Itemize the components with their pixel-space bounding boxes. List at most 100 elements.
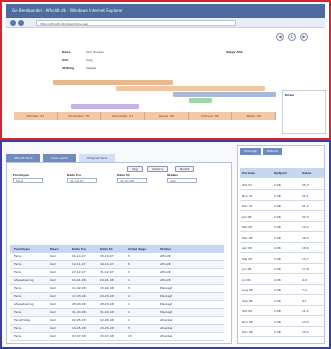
right-table-cell: Jan 08 [242,214,252,219]
table-cell: 04-01-08 [72,278,86,282]
table-cell: 5 [128,262,130,266]
table-row[interactable]: Ferie Karl 31-03-08 31-03-08 1 Planlagt [10,309,224,317]
right-table-cell: Maj 08 [242,256,253,261]
gantt-row [48,98,276,103]
table-cell: 15-02-08 [100,286,114,290]
table-cell: 27-12-07 [72,270,86,274]
right-table-cell: 25,0 [302,183,309,187]
table-row[interactable]: Ferie Karl 19-05-08 23-05-08 5 Afventer [10,325,224,333]
right-table-cell: Mar 08 [242,235,253,240]
table-cell: 25-07-08 [100,334,114,338]
month-cell: Marts '08 [232,112,276,120]
table-cell: Planlagt [160,302,173,306]
month-header: Oktober '07 November '07 December '07 Janua… [14,112,276,120]
table-row[interactable]: Ferie Karl 17-03-08 20-03-08 4 Planlagt [10,293,224,301]
table-cell: Karl [50,278,56,282]
right-table-row: Dec 08 2,08 15,4 [240,327,324,337]
to-label: Dato til [117,173,130,177]
right-table-cell: 2,08 [274,277,281,282]
right-table-cell: 2,08 [274,225,281,229]
table-cell: Ferie [14,294,22,298]
gantt-bar[interactable] [52,80,174,85]
gantt-bar[interactable] [70,104,140,109]
right-table-cell: 15,7 [302,256,309,261]
tab-2[interactable]: Afregnet ferie [78,154,116,162]
column-header[interactable]: Dato fra [72,245,86,253]
table-row[interactable]: Ferie Karl 27-12-07 31-12-07 3 Afholdt [10,269,224,277]
forward-circle-icon[interactable]: ▶ [300,33,308,41]
right-table-cell: Jun 08 [242,267,252,271]
table-cell: 07-07-08 [72,334,86,338]
right-table-row: Jul 08 2,08 4,9 [240,275,324,285]
column-header[interactable]: Status [160,245,171,253]
table-cell: 16-11-07 [100,262,114,266]
right-table-cell: Okt 08 [242,309,253,313]
column-header[interactable]: Antal dage [128,245,146,253]
right-table-row: Dec 07 2,08 21,2 [240,201,324,211]
right-tab-1[interactable]: Historik [262,148,283,155]
gantt-bar[interactable] [173,92,276,97]
right-table-cell: 13,3 [302,319,309,324]
right-column-header: Saldo [302,171,312,175]
gantt-row [48,86,276,91]
table-row[interactable]: Feriefridag Karl 02-05-08 02-05-08 1 Afventer [10,317,224,325]
month-cell: Februar '08 [189,112,233,120]
right-table-cell: 2,08 [274,330,281,334]
gantt-bar[interactable] [189,98,213,103]
info-label: Stilling [62,66,74,70]
table-cell: Afspadsering [14,302,34,306]
table-cell: Afventer [160,326,173,330]
month-cell: Oktober '07 [14,112,58,120]
table-row[interactable]: Ferie Karl 01-10-07 05-10-07 5 Afholdt [10,253,224,261]
url-field[interactable]: http://afholdt.dk/intern/ferie.asp [36,20,236,26]
right-table-row: Mar 08 2,08 16,5 [240,233,324,243]
info-value: Sælger [86,66,97,70]
search-button[interactable]: Søg [127,166,143,172]
reset-button[interactable]: Nulstil [175,166,195,172]
type-select[interactable]: Ferie [13,178,43,183]
table-cell: Karl [50,262,56,266]
column-header[interactable]: Navn [50,245,59,253]
column-header[interactable]: Dato til [100,245,113,253]
to-field[interactable]: 31-03-08 [117,178,147,183]
table-cell: 31-03-08 [100,310,114,314]
info-value: Karl Hansen [86,50,105,54]
right-table-cell: 2,08 [274,288,281,292]
info-value: Salg [86,58,93,62]
forward-icon[interactable] [18,20,24,26]
print-button[interactable]: Udskriv [147,166,169,172]
table-row[interactable]: Afspadsering Karl 04-01-08 04-01-08 1 Afholdt [10,277,224,285]
table-row[interactable]: Afspadsering Karl 28-03-08 28-03-08 1 Planlag… [10,301,224,309]
from-label: Dato fra [67,173,81,177]
month-cell: December '07 [101,112,145,120]
table-cell: Karl [50,254,56,258]
right-table-cell: 2,08 [274,183,281,187]
gantt-bar[interactable] [116,86,265,91]
right-table-row: Apr 08 2,08 18,6 [240,243,324,253]
right-table-cell: 2,08 [274,256,281,261]
table-row[interactable]: Ferie Karl 11-02-08 15-02-08 5 Planlagt [10,285,224,293]
back-circle-icon[interactable]: ◀ [276,33,284,41]
right-table-cell: 2,08 [274,319,281,324]
table-cell: 28-03-08 [100,302,114,306]
column-header[interactable]: Ferietype [14,245,30,253]
right-table-cell: 7,0 [302,288,307,292]
table-row[interactable]: Ferie Karl 12-11-07 16-11-07 5 Afholdt [10,261,224,269]
table-row[interactable]: Ferie Karl 07-07-08 25-07-08 15 Afventer [10,333,224,341]
table-cell: 01-10-07 [72,254,86,258]
right-table-cell: Nov 08 [242,319,253,324]
right-table-cell: 4,9 [302,277,307,282]
tab-0[interactable]: Afholdt ferie [6,154,41,162]
back-icon[interactable] [10,20,16,26]
table-cell: Karl [50,318,56,322]
right-tab-0[interactable]: Oversigt [240,148,261,155]
table-cell: 02-05-08 [72,318,86,322]
refresh-circle-icon[interactable]: ↻ [288,33,296,41]
table-cell: 5 [128,326,130,330]
status-select[interactable]: Alle [167,178,197,183]
from-field[interactable]: 01-10-07 [67,178,97,183]
right-table-cell: 19,4 [302,225,309,229]
nav-bar: http://afholdt.dk/intern/ferie.asp [6,18,325,28]
tab-1[interactable]: Ferie saldo [43,154,76,162]
info-label: Navn [62,50,71,54]
